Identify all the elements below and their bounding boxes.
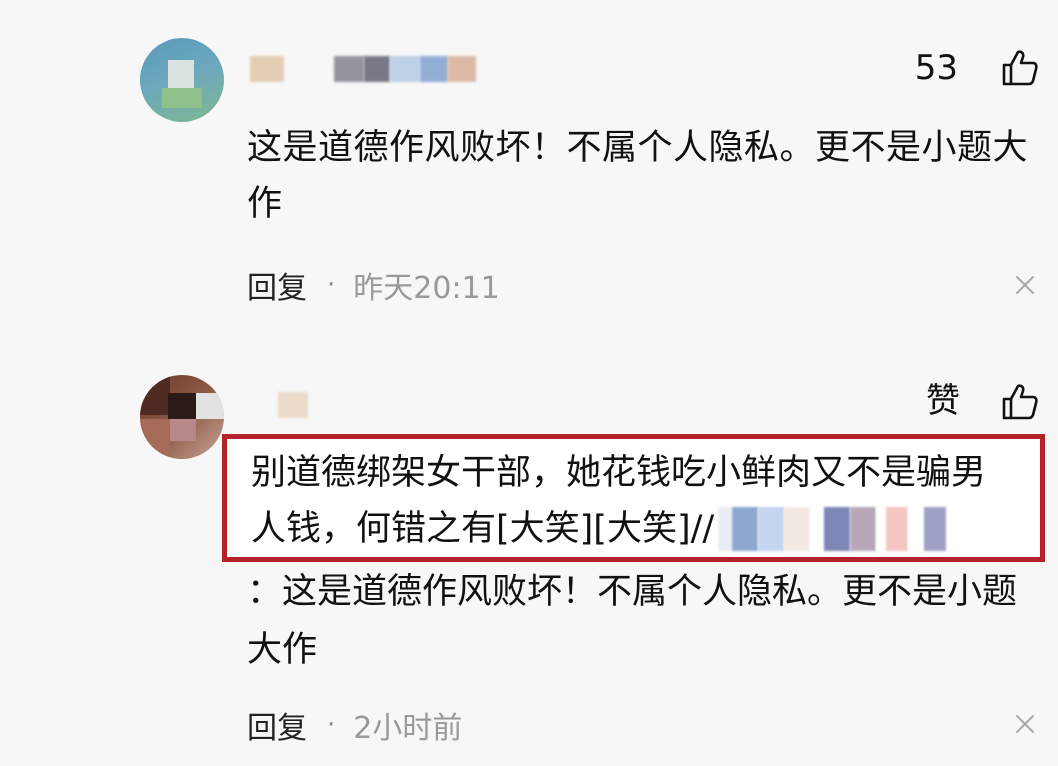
comment-item: 赞 别道德绑架女干部，她花钱吃小鲜肉又不是骗男 人钱，何错之有[大笑][大笑]/… <box>0 345 1058 766</box>
meta-separator: · <box>327 270 336 300</box>
quoted-comment-text: ：这是道德作风败坏！不属个人隐私。更不是小题大作 <box>247 572 1018 670</box>
highlight-box: 别道德绑架女干部，她花钱吃小鲜肉又不是骗男 人钱，何错之有[大笑][大笑]// <box>222 434 1045 562</box>
comment-item: 53 这是道德作风败坏！不属个人隐私。更不是小题大作 回复 · 昨天20:11 <box>0 0 1058 345</box>
close-icon[interactable] <box>1014 713 1036 735</box>
comment-time: 2小时前 <box>353 711 463 746</box>
comment-text-line-2: 人钱，何错之有[大笑][大笑]// <box>251 509 715 549</box>
comment-time: 昨天20:11 <box>353 271 500 306</box>
comment-text-line-1: 别道德绑架女干部，她花钱吃小鲜肉又不是骗男 <box>251 453 987 493</box>
like-count: 53 <box>914 48 958 88</box>
like-label: 赞 <box>926 381 960 421</box>
meta-separator: · <box>327 710 336 740</box>
masked-username <box>718 507 947 551</box>
reply-button[interactable]: 回复 <box>247 263 307 307</box>
comment-text: 这是道德作风败坏！不属个人隐私。更不是小题大作 <box>247 128 1029 224</box>
comment-meta: 回复 · 昨天20:11 <box>247 263 500 307</box>
comment-meta: 回复 · 2小时前 <box>247 703 462 747</box>
avatar[interactable] <box>140 38 224 122</box>
comment-list: 53 这是道德作风败坏！不属个人隐私。更不是小题大作 回复 · 昨天20:11 … <box>0 0 1058 766</box>
close-icon[interactable] <box>1014 274 1036 296</box>
avatar[interactable] <box>140 375 224 459</box>
thumbs-up-icon[interactable] <box>1000 48 1040 88</box>
reply-button[interactable]: 回复 <box>247 703 307 747</box>
thumbs-up-icon[interactable] <box>1000 382 1040 422</box>
